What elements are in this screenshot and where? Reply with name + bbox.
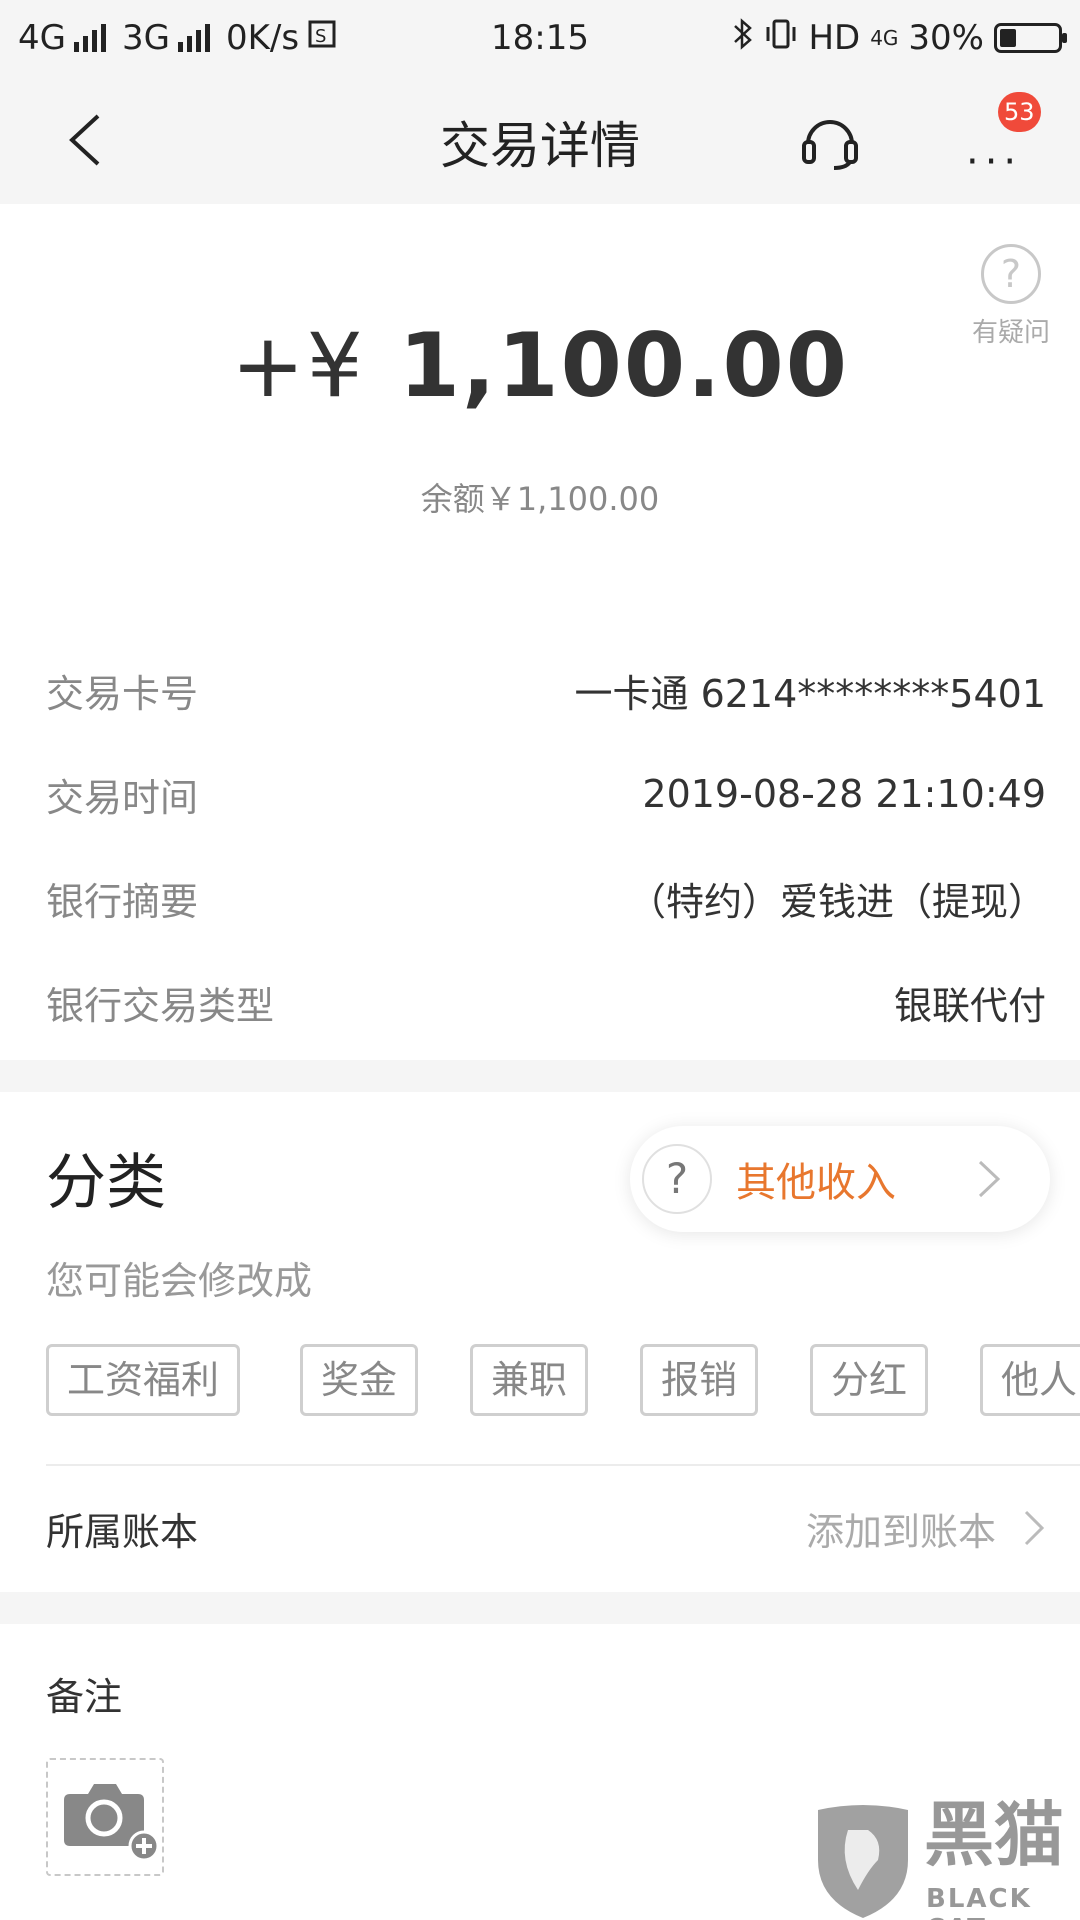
status-right: HD 4G 30% xyxy=(732,17,1067,60)
lte-label: 4G xyxy=(870,26,899,50)
detail-key: 交易时间 xyxy=(46,775,199,820)
account-book-label: 所属账本 xyxy=(46,1509,199,1554)
add-to-book-label: 添加到账本 xyxy=(805,1509,996,1554)
amount-sign: +¥ xyxy=(231,314,365,417)
amount-value: 1,100.00 xyxy=(398,314,849,417)
cat-shield-icon xyxy=(818,1805,908,1918)
vibrate-icon xyxy=(764,17,798,60)
headset-icon xyxy=(802,120,858,170)
category-tag[interactable]: 奖金 xyxy=(300,1344,419,1416)
detail-row-type: 银行交易类型 银联代付 xyxy=(46,972,1046,1032)
signal-icon-2 xyxy=(177,24,210,52)
network-label-2: 3G xyxy=(121,18,170,58)
status-bar: 4G 3G 0K/s S 18:15 HD 4G 30% xyxy=(0,0,1080,76)
detail-value: 银联代付 xyxy=(893,983,1046,1028)
detail-value: （特约）爱钱进（提现） xyxy=(627,879,1046,924)
category-selector[interactable]: ? 其他收入 xyxy=(630,1126,1050,1232)
detail-row-time: 交易时间 2019-08-28 21:10:49 xyxy=(46,764,1046,824)
svg-text:S: S xyxy=(315,26,326,47)
notes-title: 备注 xyxy=(46,1675,123,1719)
detail-key: 交易卡号 xyxy=(46,671,199,716)
detail-row-summary: 银行摘要 （特约）爱钱进（提现） xyxy=(46,868,1046,928)
camera-add-icon xyxy=(64,1784,160,1862)
notification-badge: 53 xyxy=(998,92,1041,132)
more-menu-button[interactable]: ··· 53 xyxy=(960,92,1041,182)
category-tag-list: 工资福利 奖金 兼职 报销 分红 他人 xyxy=(46,1344,1080,1416)
question-icon: ? xyxy=(642,1144,712,1214)
category-tag[interactable]: 兼职 xyxy=(470,1344,589,1416)
transaction-amount: +¥ 1,100.00 xyxy=(0,314,1080,417)
detail-key: 银行摘要 xyxy=(46,879,199,924)
battery-icon xyxy=(994,23,1067,53)
divider xyxy=(46,1464,1080,1466)
balance-text: 余额￥1,100.00 xyxy=(420,480,660,518)
watermark-logo: 黑猫 BLACK CAT xyxy=(808,1800,1080,1920)
category-tag[interactable]: 报销 xyxy=(640,1344,759,1416)
watermark-text: 黑猫 xyxy=(924,1794,1064,1876)
hd-label: HD xyxy=(808,18,861,58)
suggestion-label: 您可能会修改成 xyxy=(46,1259,313,1303)
bluetooth-icon xyxy=(732,17,754,60)
transaction-summary-card: ? 有疑问 +¥ 1,100.00 余额￥1,100.00 交易卡号 一卡通 62… xyxy=(0,204,1080,1060)
category-title: 分类 xyxy=(46,1148,166,1218)
question-icon: ? xyxy=(980,244,1041,304)
customer-service-button[interactable] xyxy=(800,110,860,170)
category-card: 分类 ? 其他收入 您可能会修改成 工资福利 奖金 兼职 报销 分红 他人 所属… xyxy=(0,1092,1080,1592)
account-book-row[interactable]: 所属账本 添加到账本 xyxy=(46,1496,1046,1560)
network-label-1: 4G xyxy=(18,18,66,58)
detail-row-card-number: 交易卡号 一卡通 6214********5401 xyxy=(46,660,1046,720)
category-tag[interactable]: 工资福利 xyxy=(46,1344,241,1416)
category-current: 其他收入 xyxy=(736,1160,896,1206)
category-tag[interactable]: 他人 xyxy=(980,1344,1080,1416)
more-icon: ··· xyxy=(966,139,1023,185)
chevron-right-icon xyxy=(978,1160,1001,1198)
signal-icon xyxy=(73,24,106,52)
nav-bar: 交易详情 ··· 53 xyxy=(0,76,1080,204)
network-speed: 0K/s xyxy=(225,18,300,58)
detail-key: 银行交易类型 xyxy=(46,983,275,1028)
add-to-book-link[interactable]: 添加到账本 xyxy=(806,1501,1046,1556)
watermark-subtext: BLACK CAT xyxy=(926,1884,1032,1920)
battery-percent: 30% xyxy=(908,18,984,58)
status-left: 4G 3G 0K/s S xyxy=(18,18,732,58)
notification-icon: S xyxy=(307,18,337,58)
page-title: 交易详情 xyxy=(440,117,640,175)
add-photo-button[interactable] xyxy=(46,1758,164,1876)
detail-value: 2019-08-28 21:10:49 xyxy=(642,772,1046,816)
chevron-right-icon xyxy=(1024,1510,1045,1546)
category-tag[interactable]: 分红 xyxy=(810,1344,929,1416)
detail-value: 一卡通 6214********5401 xyxy=(574,671,1047,716)
